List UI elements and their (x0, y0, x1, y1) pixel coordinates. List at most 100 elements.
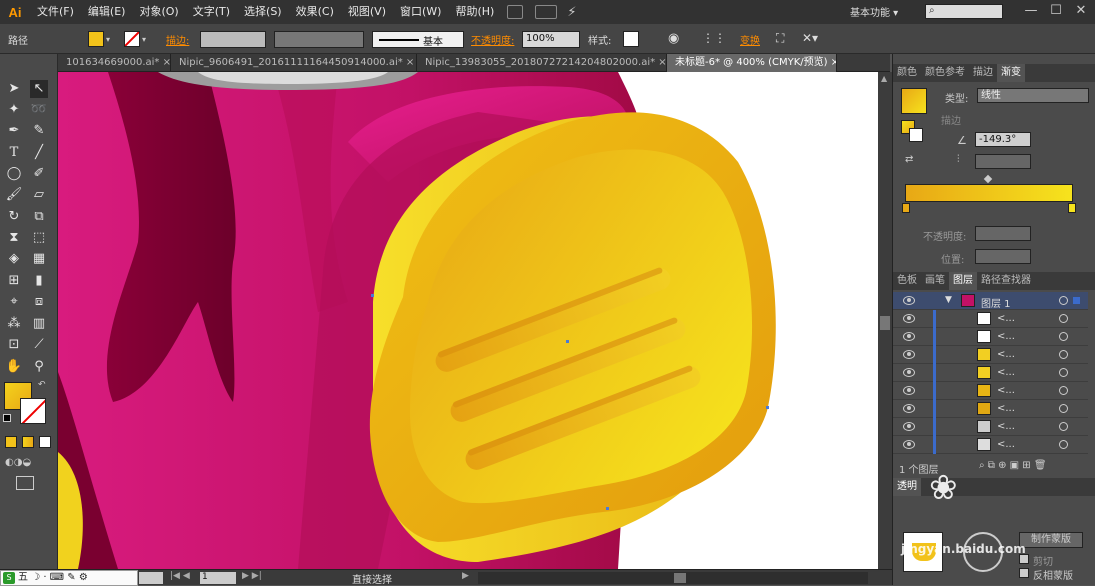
gradient-preview-swatch[interactable] (901, 88, 927, 114)
layer-name[interactable]: <... (997, 403, 1015, 414)
layer-row[interactable]: <... (893, 364, 1088, 382)
visibility-eye-icon[interactable] (903, 368, 915, 377)
menu-edit[interactable]: 编辑(E) (81, 0, 133, 24)
stroke-none-icon[interactable] (20, 398, 46, 424)
slice-tool-icon[interactable]: ⟋ (30, 336, 48, 354)
fill-dropdown-icon[interactable]: ▾ (106, 31, 114, 48)
tab-pathfinder[interactable]: 路径查找器 (977, 272, 1035, 290)
gradient-type-dropdown[interactable]: 线性 (977, 88, 1089, 103)
layer-row[interactable]: <... (893, 346, 1088, 364)
ellipse-tool-icon[interactable]: ◯ (5, 165, 23, 183)
horizontal-scrollbar[interactable] (478, 572, 868, 584)
gradient-stop-left[interactable] (902, 203, 910, 213)
gradient-stop-right[interactable] (1068, 203, 1076, 213)
layer-name[interactable]: 图层 1 (981, 295, 1011, 310)
curvature-tool-icon[interactable]: ✎ (30, 122, 48, 140)
layer-target-icon[interactable] (1059, 368, 1068, 377)
opacity-label[interactable]: 不透明度: (471, 32, 514, 47)
doc-tab[interactable]: Nipic_13983055_20180727214204802000.ai* … (417, 54, 667, 72)
layer-name[interactable]: <... (997, 439, 1015, 450)
menu-effect[interactable]: 效果(C) (289, 0, 341, 24)
status-arrow-icon[interactable]: ▶ (462, 571, 469, 581)
bridge-icon[interactable] (507, 5, 524, 19)
selection-tool-icon[interactable]: ➤ (5, 80, 23, 98)
layer-row[interactable]: <... (893, 418, 1088, 436)
menu-window[interactable]: 窗口(W) (393, 0, 448, 24)
control-menu-icon[interactable]: ✕▾ (802, 31, 818, 48)
layer-row[interactable]: <... (893, 310, 1088, 328)
angle-field[interactable]: -149.3° (975, 132, 1031, 147)
stroke-style-dropdown[interactable]: 基本 (372, 31, 464, 48)
menu-select[interactable]: 选择(S) (237, 0, 289, 24)
aspect-ratio-field[interactable] (975, 154, 1031, 169)
layer-target-icon[interactable] (1059, 332, 1068, 341)
layer-target-icon[interactable] (1059, 296, 1068, 305)
minimize-button[interactable]: — (1019, 0, 1043, 24)
stroke-weight-field[interactable] (200, 31, 266, 48)
layer-row[interactable]: <... (893, 328, 1088, 346)
layer-name[interactable]: <... (997, 367, 1015, 378)
doc-tab[interactable]: 101634669000.ai* × (58, 54, 171, 72)
tab-color-guide[interactable]: 颜色参考 (921, 64, 969, 82)
workspace-switcher[interactable]: 基本功能 ▾ (850, 4, 898, 19)
tab-gradient[interactable]: 渐变 (997, 64, 1025, 82)
visibility-eye-icon[interactable] (903, 350, 915, 359)
layer-row[interactable]: <... (893, 436, 1088, 454)
width-tool-icon[interactable]: ⧗ (5, 229, 23, 247)
stroke-swatch[interactable] (124, 31, 140, 47)
zoom-field[interactable] (139, 572, 163, 584)
shape-builder-icon[interactable]: ◈ (5, 250, 23, 268)
tab-layers[interactable]: 图层 (949, 272, 977, 290)
gradient-stroke-swatch[interactable] (909, 128, 923, 142)
vertical-scrollbar[interactable]: ▲ (878, 72, 892, 569)
layer-name[interactable]: <... (997, 421, 1015, 432)
blend-tool-icon[interactable]: ⧈ (30, 293, 48, 311)
layer-row[interactable]: <... (893, 400, 1088, 418)
layer-row-parent[interactable]: ▼ 图层 1 (893, 292, 1088, 310)
search-input[interactable]: ⌕ (925, 4, 1003, 19)
layers-footer-icons[interactable]: ⌕ ⧉ ⊕ ▣ ⊞ 🗑 (979, 460, 1047, 471)
gradient-slider[interactable] (905, 184, 1073, 202)
layer-target-icon[interactable] (1059, 314, 1068, 323)
scale-tool-icon[interactable]: ⧉ (30, 208, 48, 226)
color-mode-icon[interactable] (5, 436, 17, 448)
reverse-gradient-icon[interactable]: ⇄ (905, 154, 913, 165)
gradient-tool-icon[interactable]: ▮ (30, 272, 48, 290)
layer-name[interactable]: <... (997, 349, 1015, 360)
gradient-mode-icon[interactable] (22, 436, 34, 448)
maximize-button[interactable]: ☐ (1044, 0, 1068, 24)
tab-stroke[interactable]: 描边 (969, 64, 997, 82)
draw-mode-icon[interactable]: ◐◑◒ (5, 457, 49, 469)
graphic-style-swatch[interactable] (623, 31, 639, 47)
paintbrush-icon[interactable]: 🖌 (5, 186, 23, 204)
menu-view[interactable]: 视图(V) (341, 0, 393, 24)
expand-triangle-icon[interactable]: ▼ (945, 295, 952, 305)
nav-last-icon[interactable]: ▶ ▶| (242, 571, 262, 581)
magic-wand-icon[interactable]: ✦ (5, 101, 23, 119)
layer-row[interactable]: <... (893, 382, 1088, 400)
transform-label[interactable]: 变换 (740, 32, 760, 47)
symbol-sprayer-icon[interactable]: ⁂ (5, 315, 23, 333)
swap-fill-stroke-icon[interactable]: ↶ (38, 380, 46, 390)
fill-swatch[interactable] (88, 31, 104, 47)
hand-tool-icon[interactable]: ✋ (5, 358, 23, 376)
line-tool-icon[interactable]: ╱ (30, 144, 48, 162)
menu-type[interactable]: 文字(T) (186, 0, 237, 24)
tab-swatches[interactable]: 色板 (893, 272, 921, 290)
align-options-icon[interactable]: ⋮⋮ (702, 31, 726, 48)
layer-name[interactable]: <... (997, 313, 1015, 324)
close-button[interactable]: ✕ (1069, 0, 1093, 24)
visibility-eye-icon[interactable] (903, 386, 915, 395)
layer-target-icon[interactable] (1059, 404, 1068, 413)
make-mask-button[interactable]: 制作蒙版 (1019, 532, 1083, 548)
tab-brushes[interactable]: 画笔 (921, 272, 949, 290)
layer-target-icon[interactable] (1059, 440, 1068, 449)
layer-target-icon[interactable] (1059, 386, 1068, 395)
stroke-label[interactable]: 描边: (166, 32, 189, 47)
stop-location-field[interactable] (975, 249, 1031, 264)
screen-mode-icon[interactable] (16, 476, 34, 490)
eyedropper-icon[interactable]: ⌖ (5, 293, 23, 311)
visibility-eye-icon[interactable] (903, 332, 915, 341)
doc-tab-active[interactable]: 未标题-6* @ 400% (CMYK/预览) × (667, 54, 837, 72)
zoom-tool-icon[interactable]: ⚲ (30, 358, 48, 376)
